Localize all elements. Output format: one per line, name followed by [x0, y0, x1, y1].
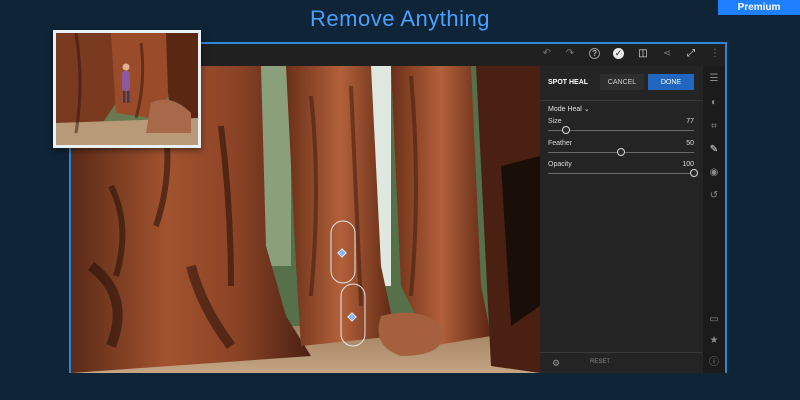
mode-label: Mode Heal — [548, 106, 582, 113]
filters-icon[interactable]: ◐ — [707, 96, 721, 110]
star-icon[interactable]: ★ — [707, 334, 721, 348]
radial-icon[interactable]: ◉ — [707, 166, 721, 180]
opacity-value: 100 — [682, 161, 694, 168]
more-icon[interactable]: ⋮ — [709, 48, 721, 60]
adjust-icon[interactable]: ☰ — [707, 72, 721, 86]
premium-badge[interactable]: Premium — [718, 0, 800, 15]
panel-title: SPOT HEAL — [548, 79, 589, 86]
before-preview — [53, 30, 201, 148]
undo-icon[interactable]: ↶ — [541, 48, 553, 60]
panel-footer: ⚙ RESET — [540, 352, 703, 373]
expand-icon[interactable]: ⤢ — [685, 48, 697, 60]
heal-icon[interactable]: ✎ — [707, 143, 721, 157]
reset-button[interactable]: RESET — [590, 359, 610, 365]
cancel-button[interactable]: CANCEL — [600, 74, 644, 90]
done-button[interactable]: DONE — [648, 74, 694, 90]
panel-header: SPOT HEAL CANCEL DONE — [540, 66, 703, 101]
feather-value: 50 — [686, 140, 694, 147]
size-value: 77 — [686, 118, 694, 125]
crop-icon[interactable]: ⌗ — [707, 120, 721, 134]
feather-knob[interactable] — [617, 148, 625, 156]
tool-rail: ☰ ◐ ⌗ ✎ ◉ ↺ ▭ ★ ⓘ — [703, 66, 725, 373]
page-title: Remove Anything — [310, 6, 490, 31]
size-track[interactable] — [548, 130, 694, 131]
share-icon[interactable]: ⋖ — [661, 48, 673, 60]
compare-icon[interactable]: ◫ — [637, 48, 649, 60]
opacity-track[interactable] — [548, 173, 694, 174]
brush-settings-icon[interactable]: ⚙ — [552, 358, 560, 369]
opacity-label: Opacity — [548, 161, 572, 168]
feather-slider[interactable]: Feather 50 — [548, 140, 694, 158]
chevron-down-icon: ⌄ — [583, 106, 590, 113]
size-label: Size — [548, 118, 562, 125]
feather-label: Feather — [548, 140, 573, 147]
mode-dropdown[interactable]: Mode Heal ⌄ — [548, 105, 590, 113]
before-photo — [56, 33, 198, 145]
spot-heal-panel: SPOT HEAL CANCEL DONE Mode Heal ⌄ Size 7… — [540, 66, 703, 373]
opacity-knob[interactable] — [690, 169, 698, 177]
info-icon[interactable]: ⓘ — [707, 356, 721, 370]
help-icon[interactable]: ? — [589, 48, 600, 59]
opacity-slider[interactable]: Opacity 100 — [548, 161, 698, 179]
comment-icon[interactable]: ▭ — [707, 313, 721, 327]
size-knob[interactable] — [561, 126, 570, 134]
redo-icon[interactable]: ↷ — [564, 48, 576, 60]
size-slider[interactable]: Size 77 — [548, 118, 694, 136]
check-icon[interactable]: ✓ — [613, 48, 624, 59]
history-icon[interactable]: ↺ — [707, 189, 721, 203]
